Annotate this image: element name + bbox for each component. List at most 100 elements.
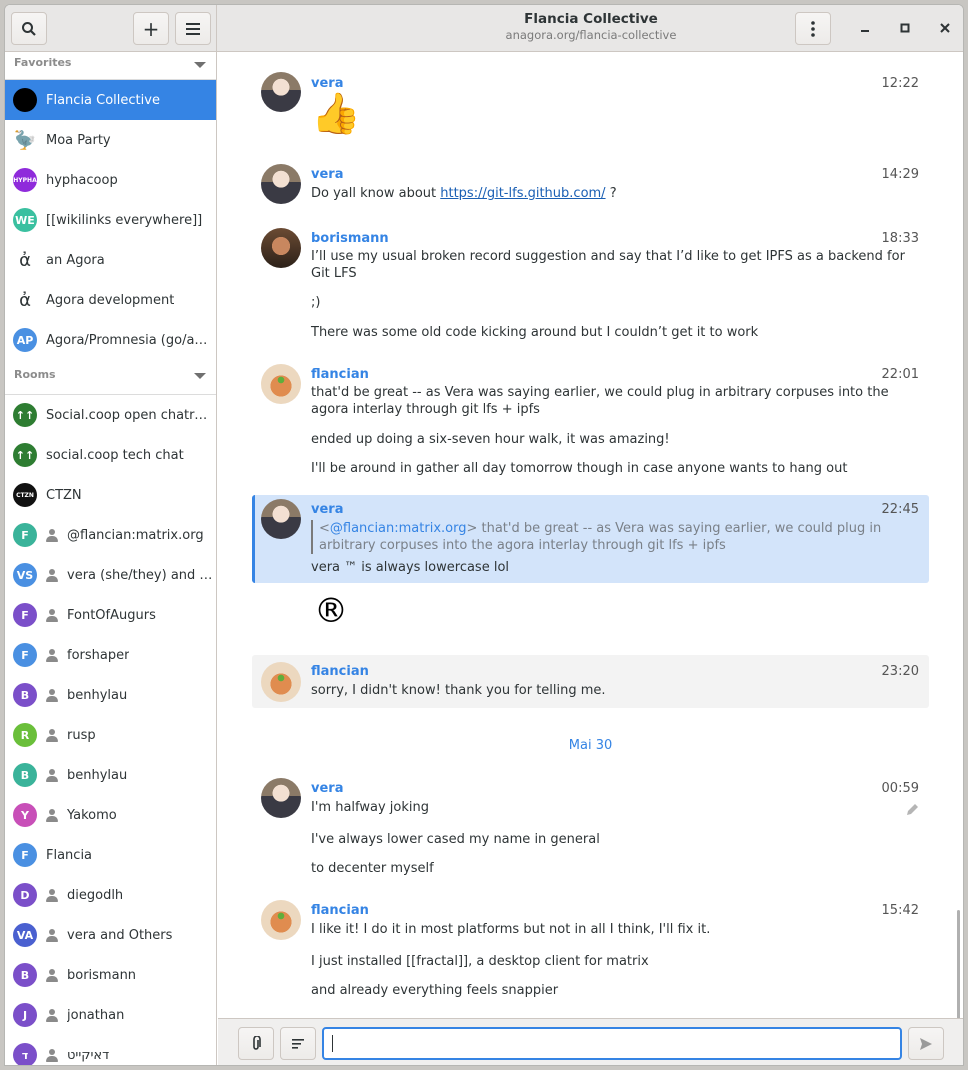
room-avatar: 🦤 — [13, 128, 37, 152]
message-sender[interactable]: vera — [311, 781, 343, 796]
room-list-item[interactable]: HYPHA hyphacoop — [5, 160, 216, 200]
message-item[interactable]: flancian 15:42 I like it! I do it in mos… — [252, 892, 929, 1007]
message-sender[interactable]: flancian — [311, 903, 369, 918]
room-header: Flancia Collective anagora.org/flancia-c… — [217, 5, 963, 52]
close-button[interactable] — [935, 18, 955, 38]
message-link[interactable]: https://git-lfs.github.com/ — [440, 186, 605, 201]
room-list-item[interactable]: 🦤 Moa Party — [5, 120, 216, 160]
main-menu-button[interactable] — [175, 12, 211, 45]
avatar[interactable] — [261, 900, 301, 940]
avatar[interactable] — [261, 72, 301, 112]
message-item[interactable]: vera 12:22 👍 — [252, 64, 929, 144]
room-avatar: R — [13, 723, 37, 747]
message-time: 14:29 — [881, 167, 919, 182]
message-item[interactable]: flancian 22:01 that'd be great -- as Ver… — [252, 356, 929, 476]
room-name: Flancia Collective — [46, 92, 160, 108]
room-list-item[interactable]: ἀ an Agora — [5, 240, 216, 280]
room-list-item[interactable]: Rrusp — [5, 715, 216, 755]
rooms-section-header[interactable]: Rooms — [5, 360, 216, 395]
maximize-button[interactable] — [895, 18, 915, 38]
room-list-item[interactable]: VS vera (she/they) and … — [5, 555, 216, 595]
room-list-item[interactable]: ד דאיקייט — [5, 1035, 216, 1065]
message-composer — [218, 1018, 963, 1065]
person-icon — [46, 808, 58, 822]
message-item[interactable]: borismann 18:33 I’ll use my usual broken… — [252, 220, 929, 340]
app-window: + Flancia Collective anagora.org/flancia… — [4, 4, 964, 1066]
favorites-section-header[interactable]: Favorites — [5, 52, 216, 80]
message-input[interactable] — [322, 1027, 902, 1060]
message-item[interactable]: flancian 23:20 sorry, I didn't know! tha… — [252, 655, 929, 708]
message-sender[interactable]: vera — [311, 502, 343, 517]
room-list-item[interactable]: ἀ Agora development — [5, 280, 216, 320]
room-name: borismann — [67, 967, 137, 983]
message-body: Do yall know about https://git-lfs.githu… — [311, 186, 617, 201]
room-list-item[interactable]: Bbenhylau — [5, 755, 216, 795]
message-body: vera ™ is always lowercase lol — [311, 560, 510, 575]
room-list-item[interactable]: Flancia Collective — [5, 80, 216, 120]
edit-pencil-icon[interactable] — [906, 803, 919, 820]
room-address: anagora.org/flancia-collective — [505, 28, 677, 42]
favorites-label: Favorites — [14, 56, 72, 69]
favorites-list: Flancia Collective 🦤 Moa Party HYPHA hyphaco… — [5, 80, 216, 360]
person-icon — [46, 568, 58, 582]
paperclip-icon — [253, 1035, 261, 1050]
avatar[interactable] — [261, 364, 301, 404]
room-avatar: ↑↑ — [13, 403, 37, 427]
room-name: [[wikilinks everywhere]] — [46, 212, 203, 228]
room-list-item[interactable]: WE [[wikilinks everywhere]] — [5, 200, 216, 240]
room-list-item[interactable]: VA vera and Others — [5, 915, 216, 955]
close-icon — [940, 23, 950, 33]
room-list-item[interactable]: F Flancia — [5, 835, 216, 875]
search-button[interactable] — [11, 12, 47, 45]
room-list-item[interactable]: Y Yakomo — [5, 795, 216, 835]
avatar[interactable] — [261, 499, 301, 539]
message-time: 15:42 — [881, 903, 919, 918]
message-sender[interactable]: vera — [311, 76, 343, 91]
room-avatar: B — [13, 963, 37, 987]
message-sender[interactable]: flancian — [311, 367, 369, 382]
room-name: diegodlh — [67, 887, 124, 903]
message-body: I’ll use my usual broken record suggesti… — [311, 249, 905, 281]
room-title-block: Flancia Collective anagora.org/flancia-c… — [217, 11, 963, 43]
message-time: 22:01 — [881, 367, 919, 382]
send-button[interactable] — [908, 1027, 944, 1060]
room-list-item[interactable]: ↑↑ social.coop tech chat — [5, 435, 216, 475]
room-list-item[interactable]: F @flancian:matrix.org — [5, 515, 216, 555]
room-name: forshaper — [67, 647, 130, 663]
message-body: I just installed [[fractal]], a desktop … — [311, 954, 649, 969]
room-list-item[interactable]: AP Agora/Promnesia (go/a… — [5, 320, 216, 360]
rooms-list: ↑↑ Social.coop open chatro… ↑↑ social.coop … — [5, 395, 216, 1065]
message-item[interactable]: vera 14:29 Do yall know about https://gi… — [252, 156, 929, 208]
avatar[interactable] — [261, 228, 301, 268]
room-list-item[interactable]: F FontOfAugurs — [5, 595, 216, 635]
message-sender[interactable]: borismann — [311, 231, 389, 246]
room-list-item[interactable]: ↑↑ Social.coop open chatro… — [5, 395, 216, 435]
message-body: I like it! I do it in most platforms but… — [311, 922, 711, 937]
markdown-toggle-button[interactable] — [280, 1027, 316, 1060]
message-item-highlighted[interactable]: vera 22:45 <@flancian:matrix.org> that'd… — [252, 495, 929, 583]
timeline-scrollbar[interactable] — [957, 910, 960, 1018]
message-sender[interactable]: vera — [311, 167, 343, 182]
message-body: to decenter myself — [311, 861, 434, 876]
room-list-item[interactable]: Fforshaper — [5, 635, 216, 675]
message-body: There was some old code kicking around b… — [311, 325, 759, 340]
room-avatar: HYPHA — [13, 168, 37, 192]
user-mention[interactable]: @flancian:matrix.org — [330, 521, 467, 536]
room-list-item[interactable]: Jjonathan — [5, 995, 216, 1035]
avatar[interactable] — [261, 662, 301, 702]
avatar[interactable] — [261, 778, 301, 818]
room-list-item[interactable]: CTZN CTZN — [5, 475, 216, 515]
avatar[interactable] — [261, 164, 301, 204]
room-list-item[interactable]: Ddiegodlh — [5, 875, 216, 915]
room-avatar: J — [13, 1003, 37, 1027]
message-sender[interactable]: flancian — [311, 664, 369, 679]
room-avatar: D — [13, 883, 37, 907]
room-list-item[interactable]: Bborismann — [5, 955, 216, 995]
new-room-button[interactable]: + — [133, 12, 169, 45]
room-list-item[interactable]: Bbenhylau — [5, 675, 216, 715]
message-item[interactable]: vera 00:59 I'm halfway joking I've alway… — [252, 770, 929, 880]
room-menu-button[interactable] — [795, 12, 831, 45]
minimize-button[interactable] — [855, 18, 875, 38]
attach-file-button[interactable] — [238, 1027, 274, 1060]
maximize-icon — [900, 23, 910, 33]
